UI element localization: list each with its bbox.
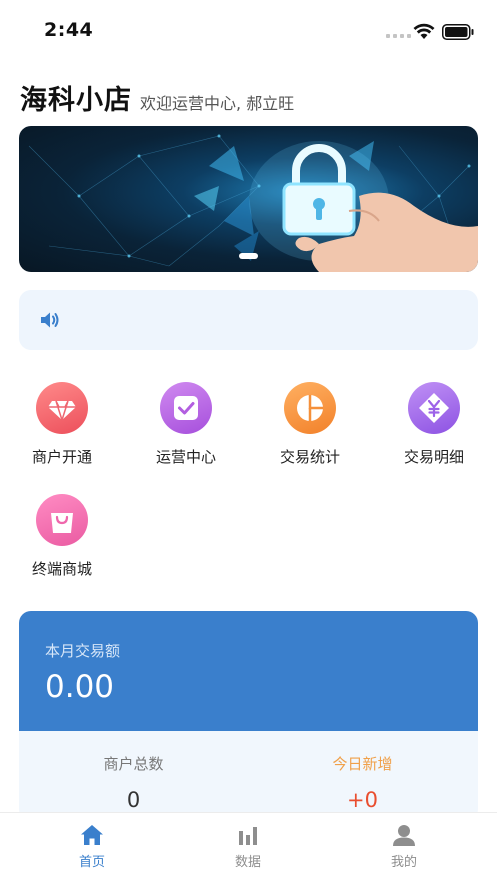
stat-label: 今日新增 (332, 755, 393, 773)
tab-bar: 首页 数据 我的 (0, 812, 497, 883)
shopping-bag-icon (36, 494, 88, 546)
yuan-icon (408, 382, 460, 434)
page-title: 海科小店 (20, 85, 132, 116)
status-bar: 2:44 (0, 0, 497, 60)
stat-merchant-total: 商户总数 0 (19, 753, 248, 812)
stat-value: +0 (347, 788, 378, 812)
checkbox-icon (160, 382, 212, 434)
stat-label: 商户总数 (103, 755, 164, 773)
grid-label: 交易明细 (403, 448, 464, 466)
user-icon (393, 825, 415, 846)
grid-item-trade-stats[interactable]: 交易统计 (255, 382, 365, 467)
carousel-indicator[interactable] (239, 253, 258, 259)
tab-label: 首页 (78, 855, 105, 870)
lock-hand-banner (28, 134, 478, 272)
signal-icon (386, 34, 411, 38)
grid-item-terminal-mall[interactable]: 终端商城 (7, 494, 117, 579)
grid-item-trade-detail[interactable]: 交易明细 (379, 382, 489, 467)
grid-item-ops-center[interactable]: 运营中心 (131, 382, 241, 467)
notice-bar[interactable] (19, 290, 478, 350)
monthly-amount: 0.00 (45, 669, 115, 705)
battery-icon (442, 24, 474, 40)
banner-carousel[interactable] (19, 126, 478, 272)
home-icon (81, 825, 103, 845)
tab-label: 我的 (390, 855, 417, 870)
page-header: 海科小店 欢迎运营中心, 郝立旺 (20, 78, 294, 117)
tab-label: 数据 (234, 855, 261, 870)
grid-label: 商户开通 (31, 448, 92, 466)
wifi-icon (413, 23, 435, 39)
status-time: 2:44 (44, 19, 94, 41)
welcome-text: 欢迎运营中心, 郝立旺 (140, 94, 295, 113)
grid-label: 交易统计 (279, 448, 340, 466)
bar-chart-icon (239, 827, 257, 845)
card-header: 本月交易额 0.00 (19, 611, 478, 731)
speaker-icon (41, 312, 59, 328)
tab-mine[interactable]: 我的 (321, 813, 487, 883)
grid-label: 运营中心 (155, 448, 216, 466)
tab-data[interactable]: 数据 (165, 813, 331, 883)
tab-home[interactable]: 首页 (9, 813, 175, 883)
grid-item-merchant-open[interactable]: 商户开通 (7, 382, 117, 467)
monthly-stats-card[interactable]: 本月交易额 0.00 商户总数 0 今日新增 +0 (19, 611, 478, 821)
diamond-icon (36, 382, 88, 434)
grid-label: 终端商城 (31, 560, 92, 578)
pie-chart-icon (284, 382, 336, 434)
stat-today-new: 今日新增 +0 (248, 753, 477, 812)
card-title: 本月交易额 (45, 642, 121, 660)
stat-value: 0 (126, 788, 141, 812)
